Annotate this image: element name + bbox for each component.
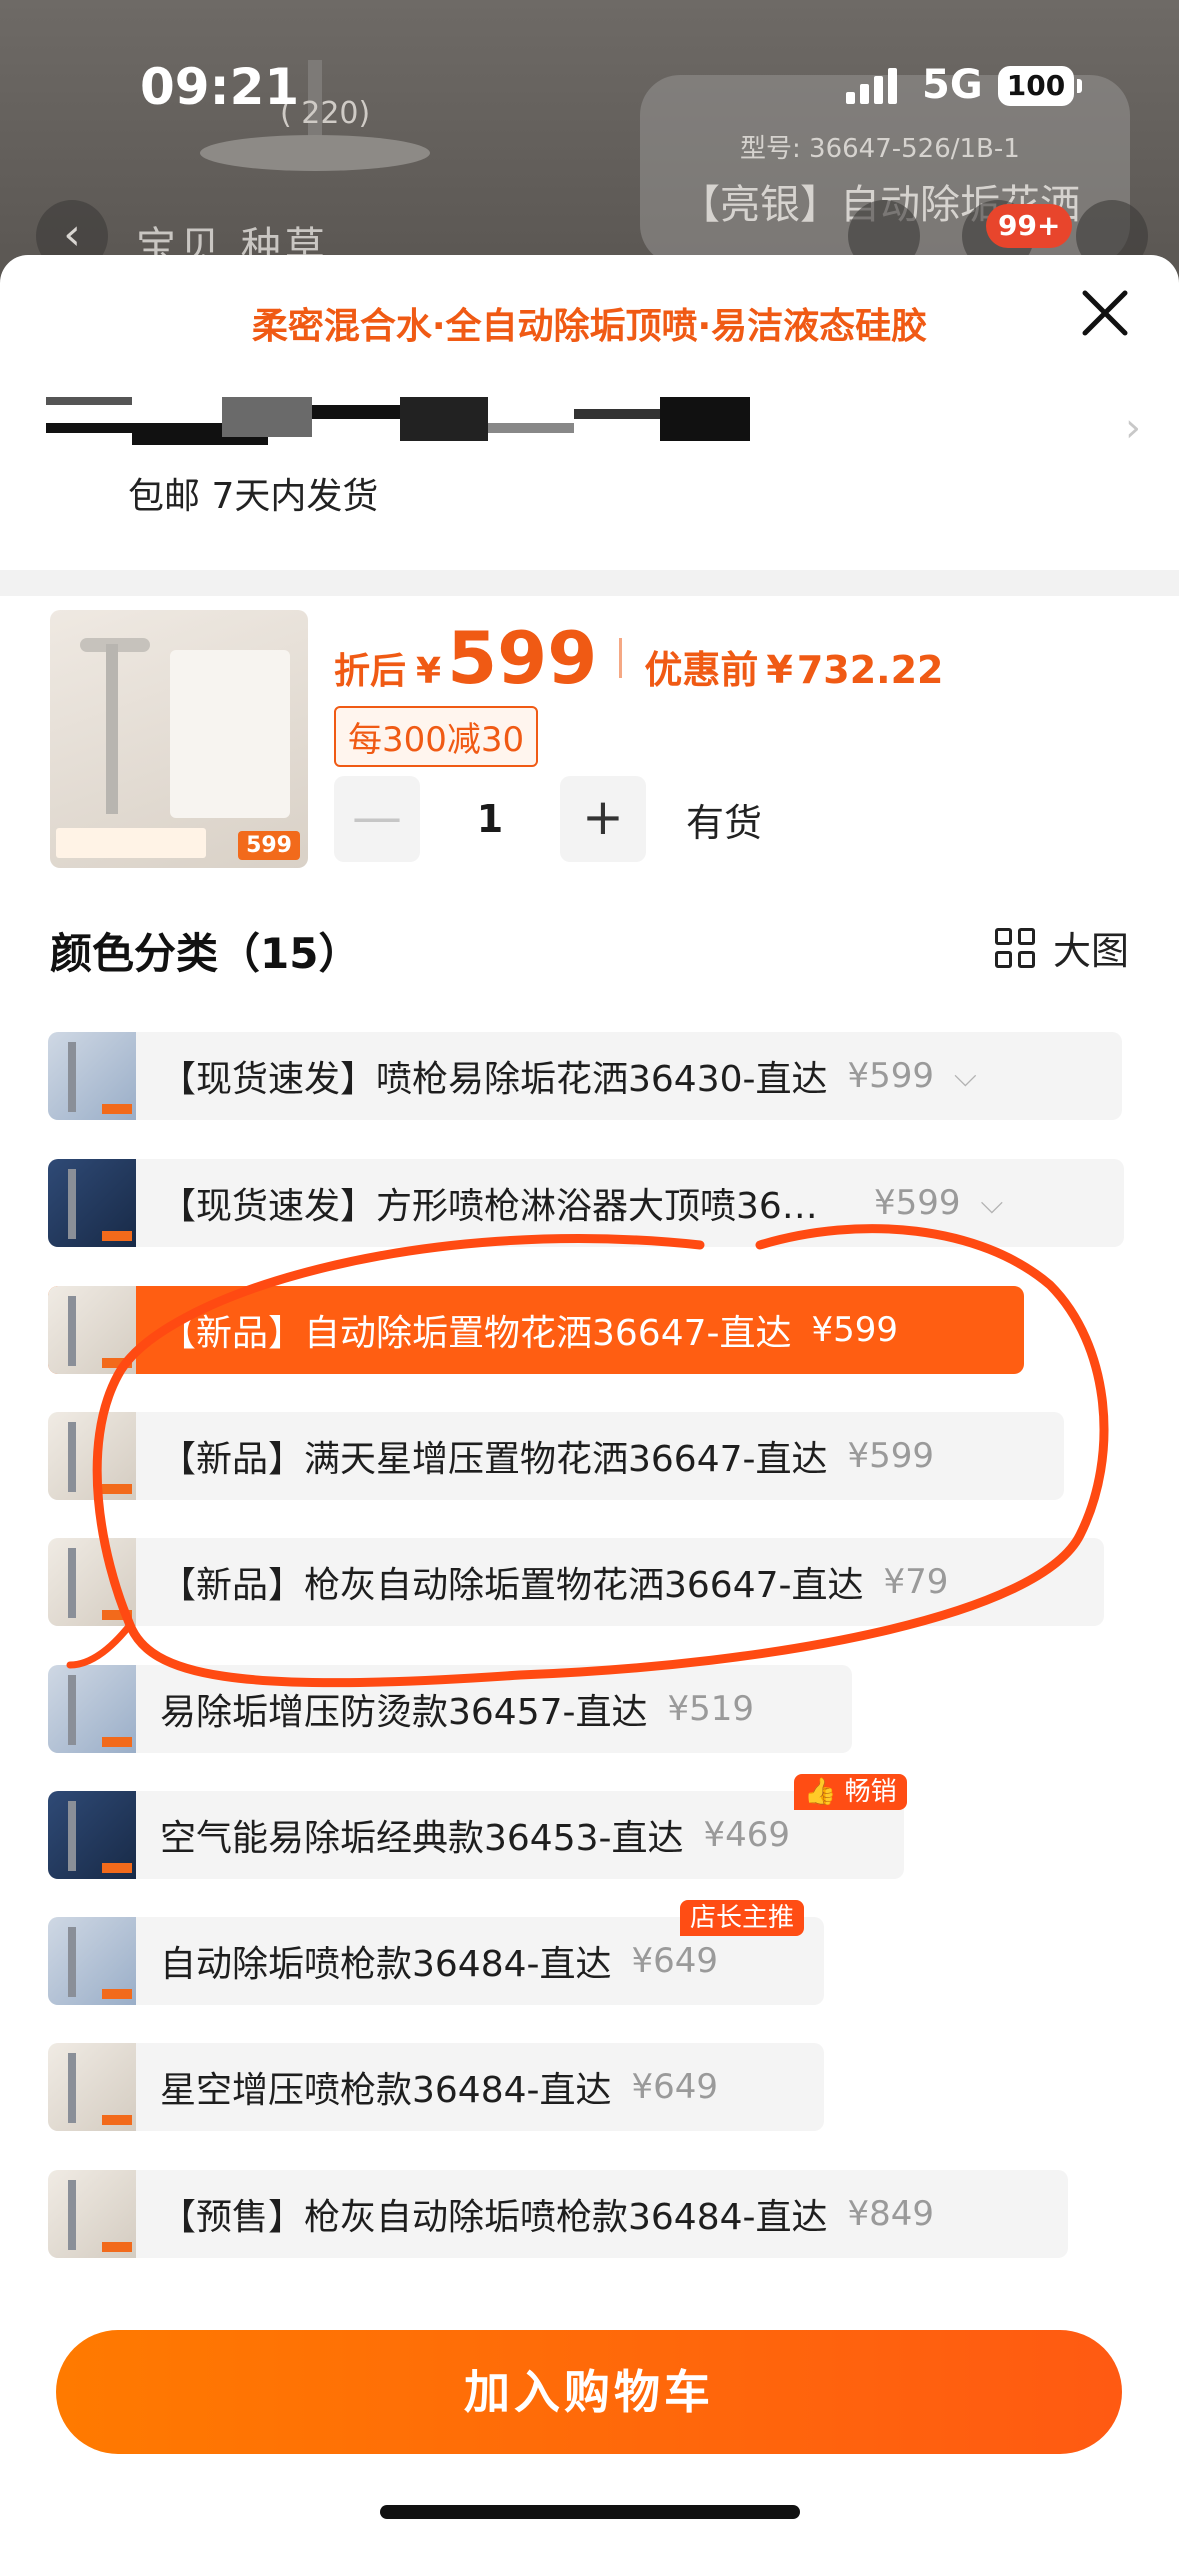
option-chip[interactable]: 空气能易除垢经典款36453-直达 ¥469 <box>48 1791 904 1879</box>
address-row[interactable]: › 包邮 7天内发货 <box>0 385 1179 535</box>
status-time: 09:21 <box>140 58 300 116</box>
cart-count-badge: 99+ <box>986 204 1073 248</box>
chevron-down-icon: ⌵ <box>980 1185 1004 1221</box>
add-to-cart-button[interactable]: 加入购物车 <box>56 2330 1122 2454</box>
sku-selection-sheet: 柔密混合水·全自动除垢顶喷·易洁液态硅胶 › 包邮 7天内发货 599 折后 ¥… <box>0 255 1179 2556</box>
coupon-badge: 每300减30 <box>334 706 539 767</box>
increase-quantity-button[interactable]: + <box>560 776 646 862</box>
option-label: 空气能易除垢经典款36453-直达 <box>160 1818 684 1859</box>
thumbnail-price-tag: 599 <box>238 831 300 860</box>
decrease-quantity-button[interactable]: — <box>334 776 420 862</box>
option-chip[interactable]: 【预售】枪灰自动除垢喷枪款36484-直达 ¥849 <box>48 2170 1068 2258</box>
battery-level: 100 <box>1006 69 1066 102</box>
promo-banner: 柔密混合水·全自动除垢顶喷·易洁液态硅胶 <box>251 306 928 347</box>
option-thumbnail <box>48 1412 136 1500</box>
option-chip[interactable]: 易除垢增压防烫款36457-直达 ¥519 <box>48 1665 852 1753</box>
quantity-value[interactable]: 1 <box>420 797 560 841</box>
stock-status: 有货 <box>686 800 763 845</box>
chevron-right-icon: › <box>1125 405 1141 451</box>
option-label: 易除垢增压防烫款36457-直达 <box>160 1692 648 1733</box>
option-thumbnail <box>48 1665 136 1753</box>
discount-price: 599 <box>447 616 598 700</box>
option-thumbnail <box>48 1917 136 2005</box>
shipping-info: 包邮 7天内发货 <box>128 476 379 517</box>
option-price: ¥849 <box>847 2194 935 2234</box>
option-label: 【预售】枪灰自动除垢喷枪款36484-直达 <box>160 2197 828 2238</box>
discount-price-label: 折后 <box>334 651 407 692</box>
option-label: 星空增压喷枪款36484-直达 <box>160 2070 612 2111</box>
home-indicator[interactable] <box>380 2505 800 2519</box>
option-price: ¥599 <box>874 1183 961 1223</box>
category-title: 颜色分类（15） <box>50 929 361 978</box>
network-type: 5G <box>922 62 983 108</box>
option-label: 【新品】枪灰自动除垢置物花洒36647-直达 <box>160 1565 864 1606</box>
big-image-label: 大图 <box>1052 929 1129 973</box>
option-thumbnail <box>48 1538 136 1626</box>
redacted-address <box>46 397 750 445</box>
close-icon[interactable] <box>1077 285 1133 341</box>
option-price: ¥599 <box>811 1310 899 1350</box>
shower-head-image <box>200 135 430 171</box>
option-thumbnail <box>48 1159 136 1247</box>
option-label: 自动除垢喷枪款36484-直达 <box>160 1944 612 1985</box>
option-thumbnail <box>48 1286 136 1374</box>
option-chip[interactable]: 【新品】枪灰自动除垢置物花洒36647-直达 ¥79 <box>48 1538 1104 1626</box>
recommended-badge: 店长主推 <box>680 1900 805 1936</box>
battery-icon: 100 <box>998 66 1082 106</box>
grid-icon <box>994 927 1035 968</box>
bestseller-badge: 👍 畅销 <box>794 1774 907 1810</box>
quantity-stepper: — 1 + 有货 <box>334 776 762 862</box>
option-chip-selected[interactable]: 【新品】自动除垢置物花洒36647-直达 ¥599 <box>48 1286 1024 1374</box>
original-currency: ¥ <box>766 648 793 692</box>
option-label: 【新品】满天星增压置物花洒36647-直达 <box>160 1439 828 1480</box>
option-chip[interactable]: 【现货速发】方形喷枪淋浴器大顶喷36… ¥599 ⌵ <box>48 1159 1124 1247</box>
option-price: ¥79 <box>883 1562 949 1602</box>
option-price: ¥469 <box>703 1815 791 1855</box>
option-price: ¥519 <box>667 1689 755 1729</box>
option-label: 【现货速发】喷枪易除垢花洒36430-直达 <box>160 1059 828 1100</box>
option-label: 【现货速发】方形喷枪淋浴器大顶喷36… <box>160 1186 818 1227</box>
option-thumbnail <box>48 2043 136 2131</box>
option-price: ¥599 <box>847 1436 935 1476</box>
option-label: 【新品】自动除垢置物花洒36647-直达 <box>160 1313 792 1354</box>
option-price: ¥649 <box>631 1941 719 1981</box>
big-image-toggle[interactable]: 大图 <box>994 920 1129 975</box>
option-thumbnail <box>48 1032 136 1120</box>
option-price: ¥599 <box>847 1056 935 1096</box>
background-product-page: ( 220) 型号: 36647-526/1B-1 【亮银】自动除垢花洒 ‹ 宝… <box>0 0 1179 280</box>
option-chip[interactable]: 星空增压喷枪款36484-直达 ¥649 <box>48 2043 824 2131</box>
product-thumbnail[interactable]: 599 <box>50 610 308 868</box>
option-thumbnail <box>48 2170 136 2258</box>
option-chip[interactable]: 【新品】满天星增压置物花洒36647-直达 ¥599 <box>48 1412 1064 1500</box>
divider <box>0 570 1179 596</box>
chevron-down-icon: ⌵ <box>954 1058 977 1094</box>
option-price: ¥649 <box>631 2067 719 2107</box>
currency-symbol: ¥ <box>416 651 442 692</box>
option-thumbnail <box>48 1791 136 1879</box>
model-label: 型号: 36647-526/1B-1 <box>740 134 1020 164</box>
price-divider <box>619 638 623 678</box>
signal-icon <box>846 68 897 104</box>
original-price-label: 优惠前 <box>644 648 759 692</box>
price-line: 折后 ¥ 599 优惠前 ¥ 732.22 <box>334 622 943 694</box>
original-price: 732.22 <box>796 648 944 692</box>
option-chip[interactable]: 【现货速发】喷枪易除垢花洒36430-直达 ¥599 ⌵ <box>48 1032 1122 1120</box>
product-summary: 599 折后 ¥ 599 优惠前 ¥ 732.22 每300减30 — 1 + … <box>0 596 1179 868</box>
